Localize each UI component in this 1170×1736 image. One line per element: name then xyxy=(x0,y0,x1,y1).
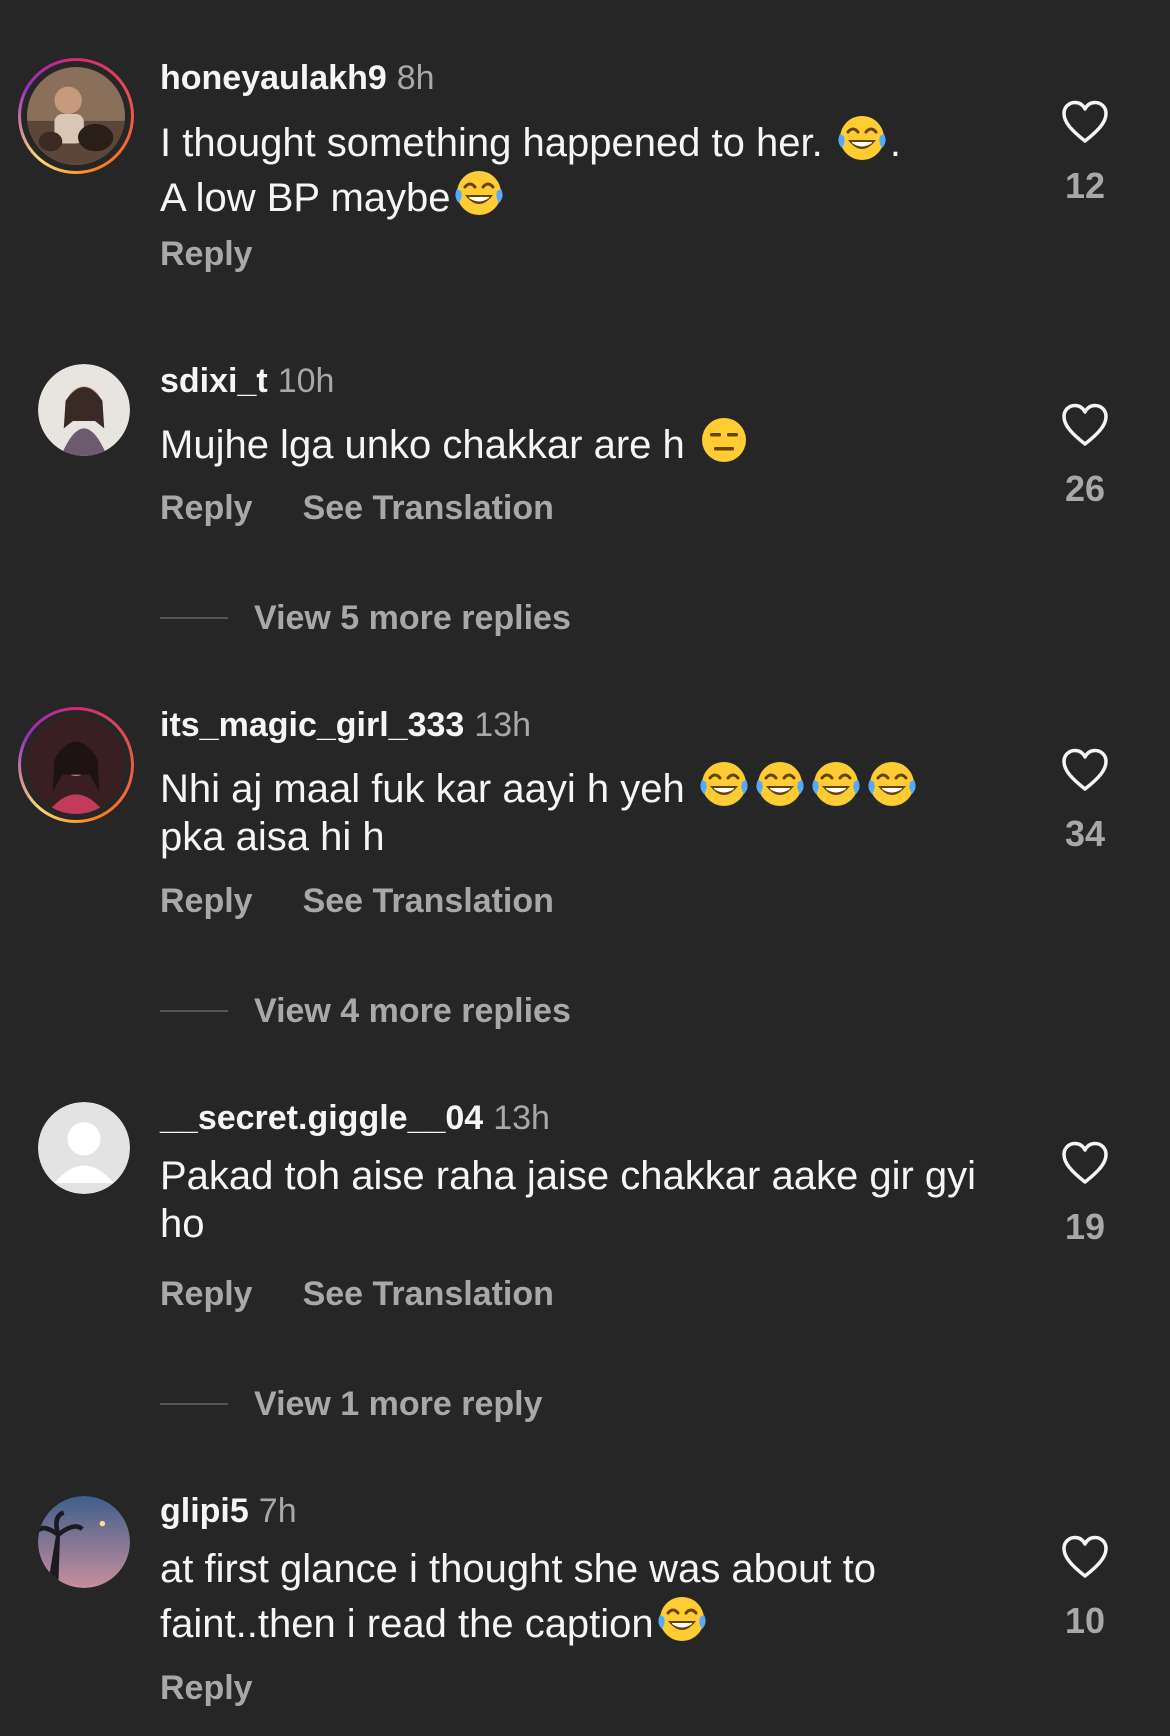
username[interactable]: its_magic_girl_333 xyxy=(160,706,464,744)
view-more-label[interactable]: View 5 more replies xyxy=(254,599,571,637)
username[interactable]: __secret.giggle__04 xyxy=(160,1099,483,1137)
avatar-photo xyxy=(38,1496,130,1588)
avatar-photo xyxy=(38,1102,130,1194)
face-with-tears-of-joy-icon xyxy=(453,167,505,219)
comment-text: Pakad toh aise raha jaise chakkar aake g… xyxy=(160,1152,1000,1248)
comment-text-part: . xyxy=(889,121,901,165)
like-count: 12 xyxy=(1064,165,1106,206)
avatar-photo xyxy=(38,364,130,456)
comment-text-part: I thought something happened to her. xyxy=(160,121,834,165)
view-more-label[interactable]: View 4 more replies xyxy=(254,992,571,1030)
like-count: 34 xyxy=(1064,813,1106,854)
avatar-ring xyxy=(21,710,131,820)
username[interactable]: sdixi_t xyxy=(160,362,268,400)
comment-actions: Reply xyxy=(160,1668,253,1708)
comment-text: at first glance i thought she was about … xyxy=(160,1545,1000,1648)
heart-icon[interactable] xyxy=(1061,100,1109,144)
like-count: 10 xyxy=(1064,1600,1106,1641)
timestamp: 13h xyxy=(493,1099,550,1137)
timestamp: 13h xyxy=(474,706,532,744)
timestamp: 10h xyxy=(277,362,335,400)
comment-text: I thought something happened to her. . A… xyxy=(160,112,1000,222)
view-more-label[interactable]: View 1 more reply xyxy=(254,1385,543,1423)
divider xyxy=(160,1010,228,1012)
avatar[interactable] xyxy=(18,707,134,823)
divider xyxy=(160,617,228,619)
view-more-replies[interactable]: View 5 more replies xyxy=(160,598,571,638)
timestamp: 8h xyxy=(396,59,435,97)
comment-header: sdixi_t 10h xyxy=(160,361,334,401)
comment-header: honeyaulakh9 8h xyxy=(160,58,435,98)
like-count: 19 xyxy=(1064,1206,1106,1247)
face-with-tears-of-joy-icon xyxy=(866,758,918,810)
reply-button[interactable]: Reply xyxy=(160,234,253,274)
comment-header: __secret.giggle__04 13h xyxy=(160,1098,550,1138)
comment-text: Mujhe lga unko chakkar are h xyxy=(160,414,1000,469)
comment-actions: Reply See Translation xyxy=(160,881,554,921)
username[interactable]: honeyaulakh9 xyxy=(160,59,387,97)
like-area: 34 xyxy=(1040,748,1130,854)
heart-icon[interactable] xyxy=(1061,748,1109,792)
comment-header: glipi5 7h xyxy=(160,1491,297,1531)
see-translation-button[interactable]: See Translation xyxy=(303,881,554,921)
face-with-tears-of-joy-icon xyxy=(656,1593,708,1645)
face-with-tears-of-joy-icon xyxy=(836,112,888,164)
username[interactable]: glipi5 xyxy=(160,1492,249,1530)
see-translation-button[interactable]: See Translation xyxy=(303,1274,554,1314)
face-with-tears-of-joy-icon xyxy=(698,758,750,810)
avatar-photo xyxy=(27,716,125,814)
expressionless-face-icon xyxy=(698,414,750,466)
like-area: 26 xyxy=(1040,403,1130,509)
see-translation-button[interactable]: See Translation xyxy=(303,488,554,528)
like-area: 19 xyxy=(1040,1141,1130,1247)
like-count: 26 xyxy=(1064,468,1106,509)
comment-actions: Reply See Translation xyxy=(160,488,554,528)
divider xyxy=(160,1403,228,1405)
reply-button[interactable]: Reply xyxy=(160,881,253,921)
view-more-replies[interactable]: View 1 more reply xyxy=(160,1384,543,1424)
avatar[interactable] xyxy=(38,364,130,456)
avatar[interactable] xyxy=(38,1102,130,1194)
comment-text-part: Pakad toh aise raha jaise chakkar aake g… xyxy=(160,1154,977,1246)
avatar[interactable] xyxy=(18,58,134,174)
comment-text-part: at first glance i thought she was about … xyxy=(160,1547,876,1646)
comment-text: Nhi aj maal fuk kar aayi h yeh pka aisa … xyxy=(160,758,1000,861)
reply-button[interactable]: Reply xyxy=(160,1274,253,1314)
comment-text-part: A low BP maybe xyxy=(160,176,451,220)
heart-icon[interactable] xyxy=(1061,403,1109,447)
comment-header: its_magic_girl_333 13h xyxy=(160,705,531,745)
heart-icon[interactable] xyxy=(1061,1535,1109,1579)
view-more-replies[interactable]: View 4 more replies xyxy=(160,991,571,1031)
face-with-tears-of-joy-icon xyxy=(754,758,806,810)
reply-button[interactable]: Reply xyxy=(160,1668,253,1708)
like-area: 12 xyxy=(1040,100,1130,206)
like-area: 10 xyxy=(1040,1535,1130,1641)
timestamp: 7h xyxy=(258,1492,297,1530)
comment-text-part: pka aisa hi h xyxy=(160,815,385,859)
face-with-tears-of-joy-icon xyxy=(810,758,862,810)
comment-text-part: Nhi aj maal fuk kar aayi h yeh xyxy=(160,767,696,811)
reply-button[interactable]: Reply xyxy=(160,488,253,528)
comment-actions: Reply See Translation xyxy=(160,1274,554,1314)
comment-actions: Reply xyxy=(160,234,253,274)
avatar[interactable] xyxy=(38,1496,130,1588)
avatar-ring xyxy=(21,61,131,171)
heart-icon[interactable] xyxy=(1061,1141,1109,1185)
avatar-photo xyxy=(27,67,125,165)
comment-text-part: Mujhe lga unko chakkar are h xyxy=(160,423,696,467)
